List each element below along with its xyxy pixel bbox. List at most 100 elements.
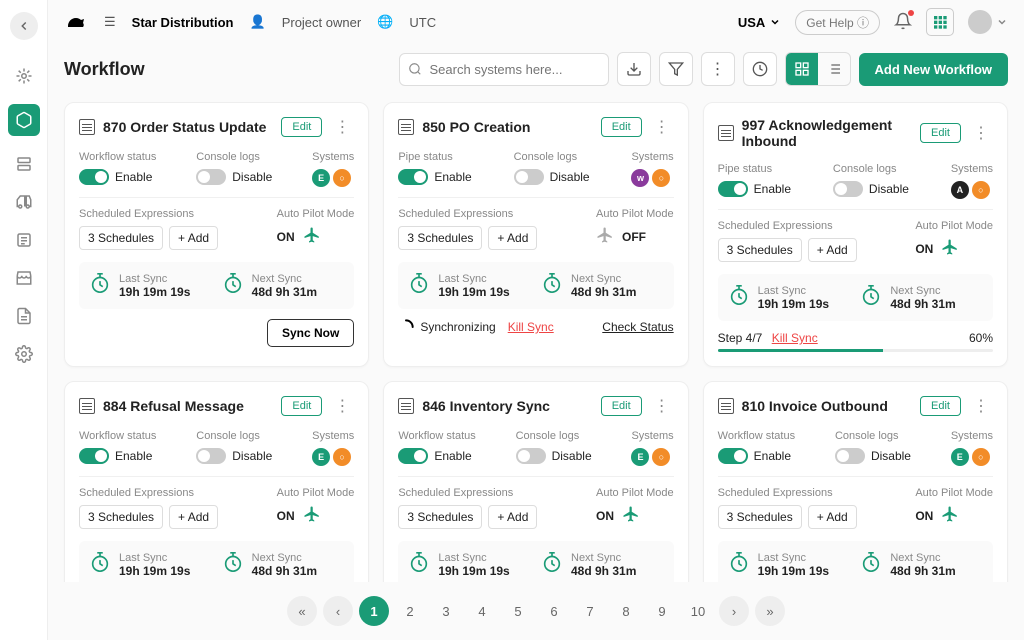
page-number[interactable]: 6 — [539, 596, 569, 626]
doc-icon — [718, 398, 734, 414]
grid-view-button[interactable] — [786, 53, 818, 85]
filter-button[interactable] — [659, 52, 693, 86]
schedules-count[interactable]: 3 Schedules — [718, 238, 802, 262]
page-prev[interactable]: ‹ — [323, 596, 353, 626]
status-toggle[interactable] — [718, 448, 748, 464]
edit-button[interactable]: Edit — [920, 396, 961, 416]
page-header: Workflow ⋮ Add New Workflow — [48, 44, 1024, 94]
page-last[interactable]: » — [755, 596, 785, 626]
add-schedule-button[interactable]: + Add — [808, 505, 857, 529]
card-title: 870 Order Status Update — [103, 119, 273, 135]
doc-icon — [79, 119, 95, 135]
edit-button[interactable]: Edit — [281, 117, 322, 137]
page-number[interactable]: 10 — [683, 596, 713, 626]
card-more-icon[interactable]: ⋮ — [969, 396, 993, 416]
card-more-icon[interactable]: ⋮ — [969, 123, 993, 143]
nav-docs-icon[interactable] — [14, 306, 34, 326]
workflow-card: 997 Acknowledgement Inbound Edit ⋮ Pipe … — [703, 102, 1008, 367]
nav-integrations-icon[interactable] — [14, 66, 34, 86]
nav-servers-icon[interactable] — [14, 154, 34, 174]
status-toggle[interactable] — [79, 169, 109, 185]
sync-now-button[interactable]: Sync Now — [267, 319, 354, 347]
page-number[interactable]: 9 — [647, 596, 677, 626]
edit-button[interactable]: Edit — [601, 117, 642, 137]
status-toggle[interactable] — [398, 169, 428, 185]
org-name[interactable]: Star Distribution — [132, 15, 234, 30]
kill-sync-link[interactable]: Kill Sync — [772, 331, 818, 345]
card-more-icon[interactable]: ⋮ — [650, 117, 674, 137]
status-text: Enable — [754, 449, 791, 463]
status-toggle[interactable] — [398, 448, 428, 464]
logs-toggle[interactable] — [516, 448, 546, 464]
logs-toggle[interactable] — [835, 448, 865, 464]
profile-menu[interactable] — [968, 10, 1008, 34]
page-number[interactable]: 7 — [575, 596, 605, 626]
plane-icon — [303, 226, 321, 247]
logs-toggle[interactable] — [833, 181, 863, 197]
logs-toggle[interactable] — [196, 169, 226, 185]
page-first[interactable]: « — [287, 596, 317, 626]
next-sync-label: Next Sync — [252, 552, 317, 564]
nav-workflow-icon[interactable] — [8, 104, 40, 136]
page-number[interactable]: 1 — [359, 596, 389, 626]
schedules-count[interactable]: 3 Schedules — [718, 505, 802, 529]
logs-toggle[interactable] — [196, 448, 226, 464]
back-button[interactable] — [10, 12, 38, 40]
logs-toggle[interactable] — [514, 169, 544, 185]
schedules-count[interactable]: 3 Schedules — [398, 226, 482, 250]
stopwatch-icon — [89, 551, 111, 578]
search-input[interactable] — [399, 53, 609, 86]
edit-button[interactable]: Edit — [281, 396, 322, 416]
schedules-count[interactable]: 3 Schedules — [79, 226, 163, 250]
notifications-icon[interactable] — [894, 12, 912, 33]
more-button[interactable]: ⋮ — [701, 52, 735, 86]
progress-pct: 60% — [969, 331, 993, 345]
owner-label[interactable]: Project owner — [282, 15, 361, 30]
download-button[interactable] — [617, 52, 651, 86]
kill-sync-link[interactable]: Kill Sync — [508, 320, 554, 334]
nav-delivery-icon[interactable] — [14, 192, 34, 212]
add-workflow-button[interactable]: Add New Workflow — [859, 53, 1008, 86]
page-number[interactable]: 2 — [395, 596, 425, 626]
apps-grid-icon[interactable] — [926, 8, 954, 36]
card-more-icon[interactable]: ⋮ — [330, 117, 354, 137]
history-button[interactable] — [743, 52, 777, 86]
schedules-count[interactable]: 3 Schedules — [79, 505, 163, 529]
timezone-label[interactable]: UTC — [409, 15, 436, 30]
add-schedule-button[interactable]: + Add — [488, 505, 537, 529]
page-number[interactable]: 5 — [503, 596, 533, 626]
page-number[interactable]: 8 — [611, 596, 641, 626]
last-sync-value: 19h 19m 19s — [758, 564, 829, 578]
page-title: Workflow — [64, 59, 145, 80]
add-schedule-button[interactable]: + Add — [808, 238, 857, 262]
add-schedule-button[interactable]: + Add — [488, 226, 537, 250]
systems-label: Systems — [312, 430, 354, 442]
status-toggle[interactable] — [79, 448, 109, 464]
page-number[interactable]: 3 — [431, 596, 461, 626]
region-selector[interactable]: USA — [738, 15, 781, 30]
card-more-icon[interactable]: ⋮ — [650, 396, 674, 416]
edit-button[interactable]: Edit — [601, 396, 642, 416]
page-number[interactable]: 4 — [467, 596, 497, 626]
status-toggle[interactable] — [718, 181, 748, 197]
stopwatch-icon — [541, 272, 563, 299]
autopilot-state: ON — [915, 242, 933, 256]
schedules-count[interactable]: 3 Schedules — [398, 505, 482, 529]
edit-button[interactable]: Edit — [920, 123, 961, 143]
add-schedule-button[interactable]: + Add — [169, 505, 218, 529]
list-view-button[interactable] — [818, 53, 850, 85]
nav-store-icon[interactable] — [14, 268, 34, 288]
plane-icon — [622, 505, 640, 526]
check-status-link[interactable]: Check Status — [602, 320, 673, 334]
card-title: 846 Inventory Sync — [422, 398, 592, 414]
last-sync-label: Last Sync — [758, 285, 829, 297]
page-next[interactable]: › — [719, 596, 749, 626]
nav-settings-icon[interactable] — [14, 344, 34, 364]
add-schedule-button[interactable]: + Add — [169, 226, 218, 250]
card-more-icon[interactable]: ⋮ — [330, 396, 354, 416]
sidebar — [0, 0, 48, 640]
last-sync-label: Last Sync — [119, 552, 190, 564]
logs-label: Console logs — [196, 151, 272, 163]
get-help-button[interactable]: Get Help ⓘ — [795, 10, 880, 35]
nav-logs-icon[interactable] — [14, 230, 34, 250]
